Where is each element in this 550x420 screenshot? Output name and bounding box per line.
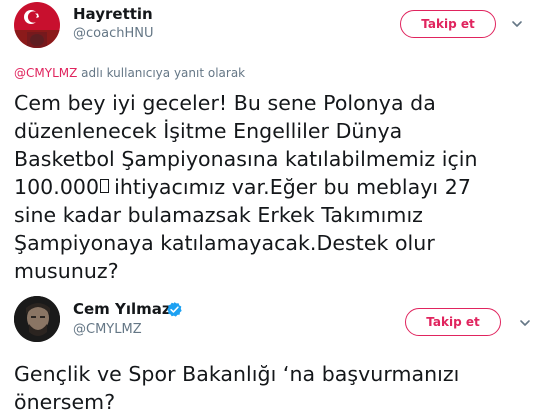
- tweet-text-line: 100.000 ihtiyacımız var.Eğer bu meblayı 2…: [14, 173, 544, 201]
- verified-badge-icon: [167, 302, 182, 317]
- reply-context: @CMYLMZ adlı kullanıcıya yanıt olarak: [14, 66, 245, 80]
- tweet-text: Gençlik ve Spor Bakanlığı ‘na başvurmanı…: [14, 360, 544, 416]
- avatar-flag-image: [14, 2, 60, 48]
- author-handle[interactable]: @coachHNU: [73, 26, 153, 41]
- tweet-hayrettin: Hayrettin @coachHNU Takip et @CMYLMZ adl…: [0, 0, 550, 300]
- tweet-text-line: Gençlik ve Spor Bakanlığı ‘na başvurmanı…: [14, 362, 460, 386]
- avatar[interactable]: [14, 296, 60, 342]
- tweet-text-line: düzenlenecek İşitme Engelliler Dünya: [14, 119, 403, 143]
- avatar[interactable]: [14, 2, 60, 48]
- author-name[interactable]: Hayrettin: [73, 5, 153, 23]
- tweet-text-line: sine kadar bulamazsak Erkek Takımımız: [14, 203, 423, 227]
- tweet-text-line: musunuz?: [14, 259, 119, 283]
- chevron-down-icon[interactable]: [518, 316, 532, 330]
- author-name[interactable]: Cem Yılmaz: [73, 300, 171, 318]
- amount-text: 100.000: [14, 175, 100, 199]
- follow-button[interactable]: Takip et: [405, 308, 501, 336]
- tweet-text-line: önersem?: [14, 390, 116, 414]
- missing-glyph-icon: [100, 179, 110, 193]
- amount-text-rest: ihtiyacımız var.Eğer bu meblayı 27: [114, 175, 471, 199]
- tweet-cem-yilmaz: Cem Yılmaz @CMYLMZ Takip et Gençlik ve S…: [0, 290, 550, 420]
- reply-mention-link[interactable]: @CMYLMZ: [14, 66, 77, 80]
- reply-context-label: adlı kullanıcıya yanıt olarak: [77, 66, 246, 80]
- tweet-text-line: Basketbol Şampiyonasına katılabilmemiz i…: [14, 147, 478, 171]
- tweet-text-line: Cem bey iyi geceler! Bu sene Polonya da: [14, 91, 436, 115]
- chevron-down-icon[interactable]: [510, 17, 524, 31]
- tweet-text-line: Şampiyonaya katılamayacak.Destek olur: [14, 231, 435, 255]
- avatar-photo-image: [14, 296, 60, 342]
- tweet-text: Cem bey iyi geceler! Bu sene Polonya da …: [14, 89, 544, 285]
- follow-button[interactable]: Takip et: [400, 10, 496, 38]
- author-handle[interactable]: @CMYLMZ: [73, 322, 142, 337]
